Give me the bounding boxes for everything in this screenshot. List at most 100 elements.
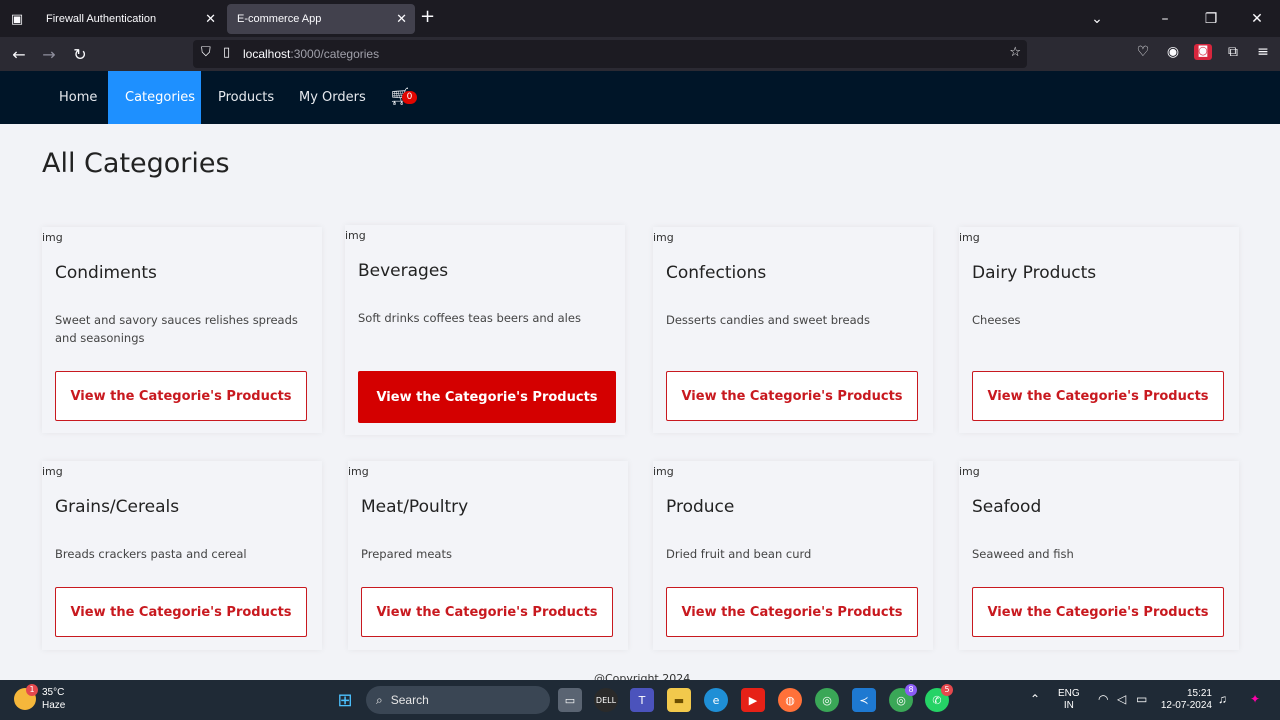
category-card: img Dairy Products Cheeses View the Cate… [959, 227, 1239, 433]
category-image: img [348, 465, 369, 478]
copilot-icon[interactable]: ✦ [1250, 692, 1260, 706]
pocket-icon[interactable]: ♡ [1134, 44, 1152, 60]
category-card: img Grains/Cereals Breads crackers pasta… [42, 461, 322, 650]
cart-button[interactable]: 🛒︎ 0 [389, 87, 419, 109]
category-image: img [42, 231, 63, 244]
weather-widget[interactable]: 1 35°C Haze [14, 684, 65, 712]
taskbar-search[interactable]: ⌕ Search [366, 686, 550, 714]
cart-count-badge: 0 [402, 91, 417, 104]
category-card: img Condiments Sweet and savory sauces r… [42, 227, 322, 433]
close-window-icon[interactable]: ✕ [1234, 11, 1280, 27]
tab-ecommerce-app[interactable]: E-commerce App ✕ [227, 4, 415, 34]
search-icon: ⌕ [376, 692, 383, 707]
window-controls: ⌄ – ❐ ✕ [1074, 0, 1280, 37]
category-name: Condiments [55, 263, 157, 283]
nav-products[interactable]: Products [201, 71, 291, 124]
back-arrow-icon[interactable]: ← [8, 43, 30, 65]
category-description: Seaweed and fish [972, 547, 1074, 561]
tab-overflow-chevron-icon[interactable]: ⌄ [1074, 11, 1120, 27]
category-image: img [959, 231, 980, 244]
category-description: Desserts candies and sweet breads [666, 313, 870, 327]
teams-icon[interactable]: T [630, 688, 654, 712]
address-bar[interactable]: ⛉ ▯ localhost:3000/categories ☆ [193, 40, 1027, 68]
tray-overflow-chevron-icon[interactable]: ⌃ [1030, 692, 1040, 706]
view-category-products-button[interactable]: View the Categorie's Products [55, 587, 307, 637]
category-name: Produce [666, 497, 735, 517]
new-tab-icon[interactable]: + [420, 6, 435, 27]
search-placeholder: Search [390, 693, 429, 707]
firefox-icon[interactable]: ◍ [778, 688, 802, 712]
category-card: img Seafood Seaweed and fish View the Ca… [959, 461, 1239, 650]
task-view-icon[interactable]: ▭ [558, 688, 582, 712]
speaker-icon[interactable]: ◁ [1117, 692, 1126, 706]
language-line2: IN [1063, 700, 1074, 711]
nav-my-orders[interactable]: My Orders [282, 71, 383, 124]
view-category-products-button[interactable]: View the Categorie's Products [358, 371, 616, 423]
extensions-icon[interactable]: ⧉ [1224, 44, 1242, 60]
category-description: Cheeses [972, 313, 1021, 327]
nav-categories[interactable]: Categories [108, 71, 201, 124]
windows-start-icon[interactable]: ⊞ [333, 688, 357, 712]
vscode-icon[interactable]: ≺ [852, 688, 876, 712]
toolbar-icons: ♡ ◉ ◙ ⧉ ≡ [1134, 44, 1272, 60]
forward-arrow-icon[interactable]: → [38, 43, 60, 65]
view-category-products-button[interactable]: View the Categorie's Products [55, 371, 307, 421]
category-name: Grains/Cereals [55, 497, 180, 517]
category-name: Confections [666, 263, 767, 283]
tab-list-icon[interactable]: ▣ [6, 8, 28, 30]
whatsapp-badge: 5 [941, 684, 953, 696]
dell-icon[interactable]: DELL [594, 688, 618, 712]
close-tab-icon[interactable]: ✕ [396, 11, 407, 27]
taskbar: 1 35°C Haze ⊞ ⌕ Search ▭ DELL T ▬ e ▶ ◍ … [0, 680, 1280, 720]
view-category-products-button[interactable]: View the Categorie's Products [666, 371, 918, 421]
url-text: localhost:3000/categories [243, 47, 379, 61]
clock[interactable]: 15:21 12-07-2024 [1158, 688, 1212, 712]
url-host: localhost [243, 47, 291, 61]
bookmark-star-icon[interactable]: ☆ [1009, 45, 1021, 60]
weather-sun-icon: 1 [14, 684, 38, 710]
tab-firewall-authentication[interactable]: Firewall Authentication ✕ [36, 4, 224, 34]
edge-icon[interactable]: e [704, 688, 728, 712]
category-card: img Beverages Soft drinks coffees teas b… [345, 225, 625, 435]
category-name: Dairy Products [972, 263, 1097, 283]
extension-pocket-icon[interactable]: ◙ [1194, 44, 1212, 60]
notification-bell-icon[interactable]: ♫ [1218, 692, 1227, 706]
category-image: img [345, 229, 366, 242]
whatsapp-icon[interactable]: ✆ 5 [925, 684, 953, 712]
tab-label: Firewall Authentication [46, 13, 157, 25]
nav-home[interactable]: Home [42, 71, 114, 124]
account-icon[interactable]: ◉ [1164, 44, 1182, 60]
category-card: img Produce Dried fruit and bean curd Vi… [653, 461, 933, 650]
tab-label: E-commerce App [237, 13, 322, 25]
file-explorer-icon[interactable]: ▬ [667, 688, 691, 712]
view-category-products-button[interactable]: View the Categorie's Products [361, 587, 613, 637]
restore-icon[interactable]: ❐ [1188, 11, 1234, 27]
view-category-products-button[interactable]: View the Categorie's Products [972, 587, 1224, 637]
close-tab-icon[interactable]: ✕ [205, 11, 216, 27]
category-description: Prepared meats [361, 547, 452, 561]
view-category-products-button[interactable]: View the Categorie's Products [972, 371, 1224, 421]
category-description: Sweet and savory sauces relishes spreads… [55, 313, 298, 345]
chrome-icon[interactable]: ◎ [815, 688, 839, 712]
category-name: Beverages [358, 261, 449, 281]
category-description: Breads crackers pasta and cereal [55, 547, 247, 561]
page-info-icon[interactable]: ▯ [223, 45, 230, 60]
chrome-badge: 8 [905, 684, 917, 696]
chrome-profile-icon[interactable]: ◎ 8 [889, 684, 917, 712]
shield-icon[interactable]: ⛉ [201, 45, 211, 60]
youtube-icon[interactable]: ▶ [741, 688, 765, 712]
battery-icon[interactable]: ▭ [1136, 692, 1147, 706]
weather-temperature: 35°C [42, 687, 65, 698]
category-image: img [653, 465, 674, 478]
url-path: :3000/categories [290, 47, 380, 61]
language-indicator[interactable]: ENG IN [1058, 688, 1080, 712]
menu-icon[interactable]: ≡ [1254, 44, 1272, 60]
category-name: Seafood [972, 497, 1042, 517]
view-category-products-button[interactable]: View the Categorie's Products [666, 587, 918, 637]
clock-date: 12-07-2024 [1160, 700, 1212, 711]
category-card: img Meat/Poultry Prepared meats View the… [348, 461, 628, 650]
category-name: Meat/Poultry [361, 497, 469, 517]
reload-icon[interactable]: ↻ [69, 43, 91, 65]
minimize-icon[interactable]: – [1142, 11, 1188, 27]
wifi-icon[interactable]: ◠ [1098, 692, 1108, 706]
